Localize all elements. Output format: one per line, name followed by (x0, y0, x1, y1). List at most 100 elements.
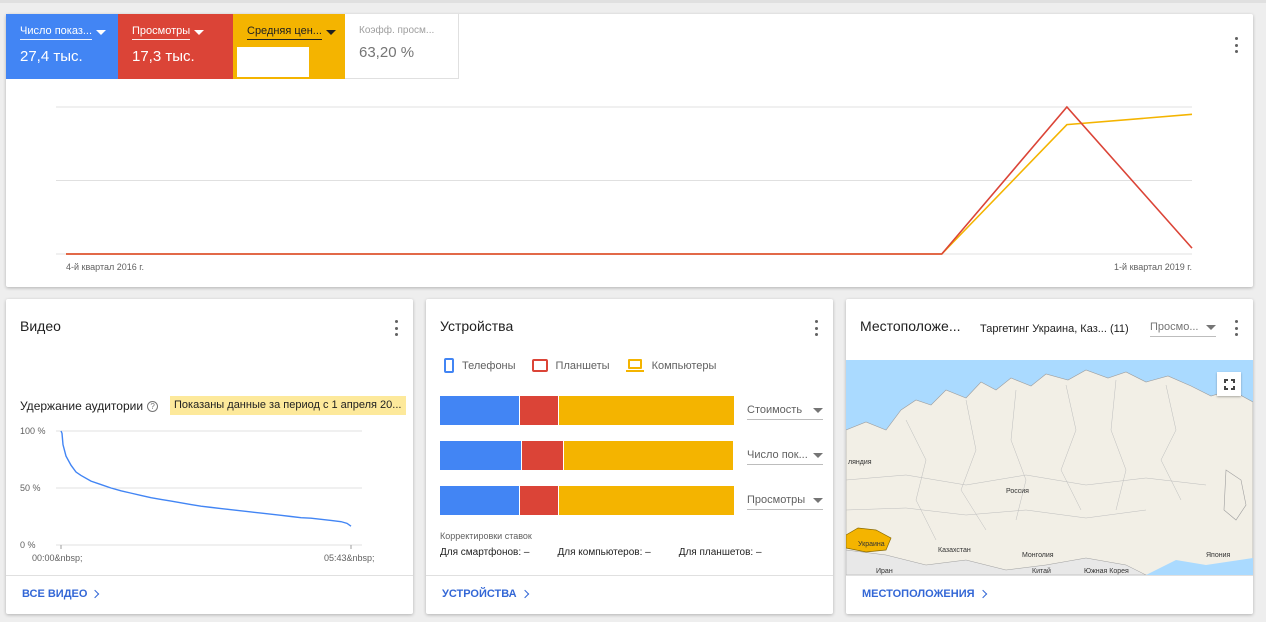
retention-axis-labels: 100 % 50 % 0 % 00:00&nbsp; 05:43&nbsp; (20, 426, 375, 563)
bar-segment-phones[interactable] (440, 396, 519, 425)
bar-segment-tablets[interactable] (520, 486, 558, 515)
caret-down-icon[interactable] (194, 30, 205, 35)
more-vert-icon[interactable] (394, 320, 398, 336)
fullscreen-button[interactable] (1217, 372, 1241, 396)
legend-label: Компьютеры (651, 359, 717, 372)
video-card-footer: ВСЕ ВИДЕО (6, 575, 413, 614)
legend-item-tablets: Планшеты (531, 359, 610, 372)
series-line-0 (66, 113, 1193, 255)
locations-map[interactable]: Россия Украина Казахстан Монголия ляндия… (846, 360, 1253, 575)
map-label-iran: Иран (876, 568, 893, 575)
devices-link-label: УСТРОЙСТВА (442, 588, 517, 600)
bar-segment-phones[interactable] (440, 486, 519, 515)
select-value: Стоимость (747, 404, 803, 416)
caret-down-icon[interactable] (325, 30, 336, 35)
select-value: Просмо... (1150, 321, 1199, 333)
retention-line-chart: 100 % 50 % 0 % 00:00&nbsp; 05:43&nbsp; (20, 426, 375, 563)
metric-label: Число показ... (20, 25, 93, 40)
map-label-korea: Южная Корея (1084, 568, 1129, 575)
bar-segment-computers[interactable] (559, 486, 734, 515)
bar-segment-tablets[interactable] (522, 441, 563, 470)
metric-label: Средняя цен... (247, 25, 322, 40)
retention-label: Удержание аудитории ? (20, 399, 159, 413)
locations-card: Местоположе... Таргетинг Украина, Каз...… (846, 299, 1253, 614)
period-notice: Показаны данные за период с 1 апреля 20.… (170, 396, 406, 415)
map-label-ukraine: Украина (858, 541, 885, 548)
metric-view-rate[interactable]: Коэфф. просм... 63,20 % (345, 14, 459, 79)
metric-value: 17,3 тыс. (132, 48, 195, 65)
adjust-tablets: Для планшетов: – (678, 547, 762, 558)
bid-adjustments-title: Корректировки ставок (440, 531, 532, 541)
help-icon[interactable]: ? (147, 400, 159, 412)
bar-segment-tablets[interactable] (520, 396, 558, 425)
map-label-kazakhstan: Казахстан (938, 547, 971, 554)
locations-metric-select[interactable]: Просмо... (1150, 321, 1216, 337)
adjust-smartphones: Для смартфонов: – (440, 547, 530, 558)
targeting-summary: Таргетинг Украина, Каз... (11) (980, 323, 1129, 335)
bar-metric-select[interactable]: Просмотры (747, 494, 823, 510)
locations-card-title: Местоположе... (860, 318, 961, 334)
map-label-russia: Россия (1006, 488, 1029, 495)
bar-metric-select[interactable]: Число пок... (747, 449, 823, 465)
metric-value: 27,4 тыс. (20, 48, 83, 65)
more-vert-icon[interactable] (1234, 320, 1238, 336)
legend-item-phones: Телефоны (444, 358, 516, 373)
select-value: Просмотры (747, 494, 806, 506)
retention-y-tick-0: 100 % (20, 426, 46, 436)
legend-label: Телефоны (462, 359, 516, 372)
metric-label: Просмотры (132, 25, 191, 40)
legend-item-computers: Компьютеры (625, 359, 717, 372)
more-vert-icon[interactable] (814, 320, 818, 336)
caret-down-icon[interactable] (96, 30, 107, 35)
fullscreen-icon (1223, 378, 1235, 390)
x-axis-end-label: 1-й квартал 2019 г. (1114, 262, 1192, 272)
bid-adjustments-row: Для смартфонов: – Для компьютеров: – Для… (440, 547, 762, 558)
retention-label-text: Удержание аудитории (20, 399, 144, 413)
performance-line-chart: 4-й квартал 2016 г. 1-й квартал 2019 г. (56, 105, 1193, 272)
retention-y-tick-1: 50 % (20, 483, 41, 493)
metric-avg-cost[interactable]: Средняя цен... (233, 14, 345, 79)
tablet-icon (531, 359, 548, 372)
bar-segment-computers[interactable] (559, 396, 734, 425)
retention-y-tick-2: 0 % (20, 540, 36, 550)
devices-card-footer: УСТРОЙСТВА (426, 575, 833, 614)
retention-x-tick-1: 05:43&nbsp; (324, 553, 375, 563)
map-label-finland: ляндия (848, 459, 872, 466)
chevron-right-icon (520, 589, 529, 599)
smartphone-icon (444, 358, 454, 373)
caret-down-icon (1206, 324, 1216, 330)
x-axis-start-label: 4-й квартал 2016 г. (66, 262, 144, 272)
device-bar-1[interactable] (440, 441, 733, 470)
all-videos-link-label: ВСЕ ВИДЕО (22, 588, 88, 600)
bar-segment-phones[interactable] (440, 441, 521, 470)
bar-metric-select[interactable]: Стоимость (747, 404, 823, 420)
caret-down-icon (813, 497, 823, 503)
caret-down-icon (813, 407, 823, 413)
devices-legend: Телефоны Планшеты Компьютеры (444, 358, 732, 373)
video-card-title: Видео (20, 318, 61, 334)
metric-label: Коэфф. просм... (359, 25, 435, 36)
map-label-china: Китай (1032, 568, 1051, 575)
retention-series (60, 430, 352, 527)
caret-down-icon (813, 452, 823, 458)
legend-label: Планшеты (555, 359, 610, 372)
metric-views[interactable]: Просмотры 17,3 тыс. (118, 14, 233, 79)
all-videos-link[interactable]: ВСЕ ВИДЕО (22, 588, 100, 600)
devices-link[interactable]: УСТРОЙСТВА (442, 588, 529, 600)
map-label-mongolia: Монголия (1022, 552, 1054, 559)
metric-impressions[interactable]: Число показ... 27,4 тыс. (6, 14, 118, 79)
device-bar-0[interactable] (440, 396, 734, 425)
chevron-right-icon (978, 589, 987, 599)
bar-segment-computers[interactable] (564, 441, 733, 470)
more-vert-icon[interactable] (1234, 37, 1238, 53)
device-bar-2[interactable] (440, 486, 734, 515)
locations-link[interactable]: МЕСТОПОЛОЖЕНИЯ (862, 588, 987, 600)
performance-card: Число показ... 27,4 тыс. Просмотры 17,3 … (6, 14, 1253, 287)
metric-value: 63,20 % (359, 44, 415, 61)
devices-card-title: Устройства (440, 318, 514, 334)
laptop-icon (625, 359, 644, 372)
select-value: Число пок... (747, 449, 808, 461)
retention-grid (56, 430, 362, 546)
chevron-right-icon (91, 589, 100, 599)
video-card: Видео Удержание аудитории ? Показаны дан… (6, 299, 413, 614)
